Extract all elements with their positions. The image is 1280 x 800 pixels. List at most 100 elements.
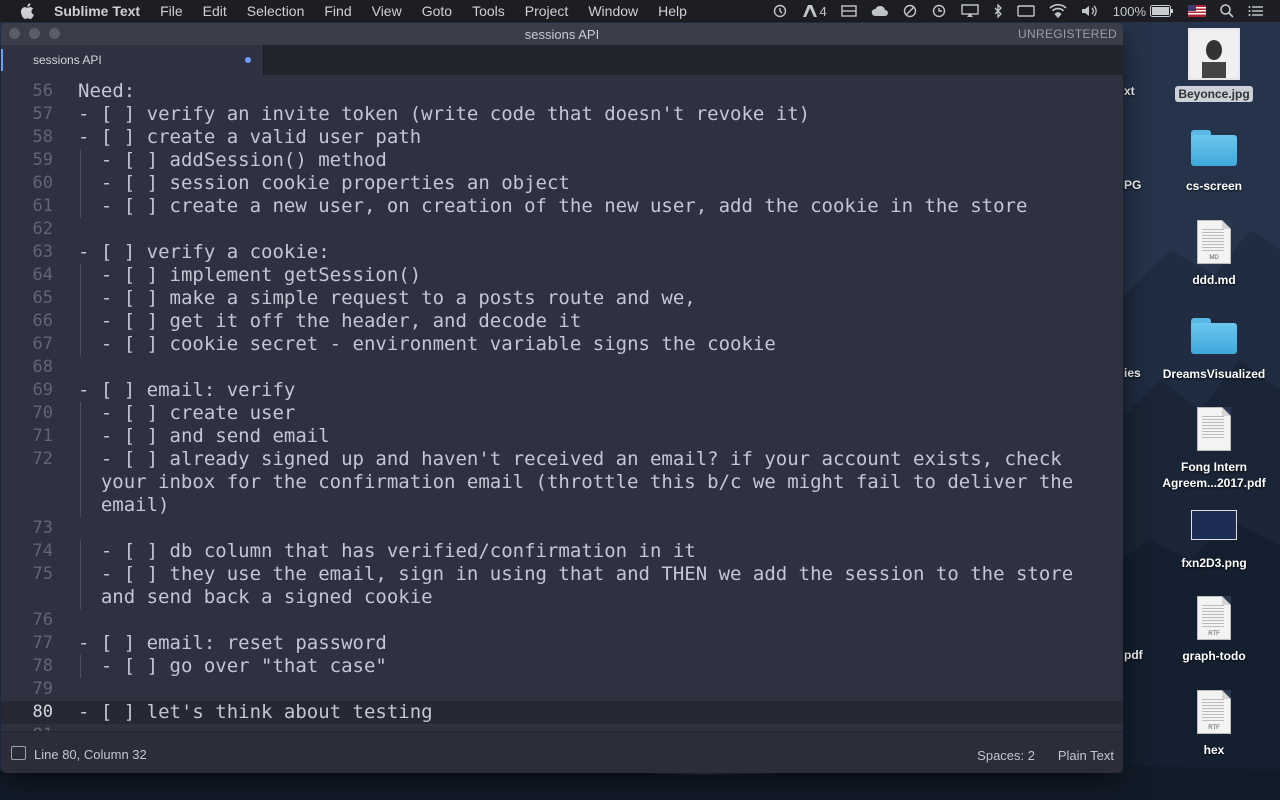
editor-line[interactable]: 70 - [ ] create user [1, 402, 1123, 425]
scanner-icon[interactable] [841, 4, 857, 18]
syntax-mode[interactable]: Plain Text [1058, 748, 1114, 763]
desktop-icon-dreamsvisualized[interactable]: DreamsVisualized [1154, 318, 1274, 382]
menu-find[interactable]: Find [324, 3, 351, 19]
menu-window[interactable]: Window [588, 3, 638, 19]
line-number[interactable]: 70 [1, 403, 53, 423]
adobe-icon[interactable]: 4 [802, 4, 827, 19]
menu-edit[interactable]: Edit [203, 3, 227, 19]
editor-line[interactable]: 68 [1, 356, 1123, 379]
desktop-icon-label: fxn2D3.png [1181, 556, 1247, 570]
line-number[interactable]: 58 [1, 127, 53, 147]
line-number[interactable]: 69 [1, 380, 53, 400]
line-number[interactable]: 65 [1, 288, 53, 308]
editor-line[interactable]: 61 - [ ] create a new user, on creation … [1, 195, 1123, 218]
apple-icon[interactable] [20, 3, 34, 19]
line-number[interactable]: 71 [1, 426, 53, 446]
editor-line[interactable]: 64 - [ ] implement getSession() [1, 264, 1123, 287]
editor-line[interactable]: 75 - [ ] they use the email, sign in usi… [1, 563, 1123, 586]
editor-line[interactable]: 65 - [ ] make a simple request to a post… [1, 287, 1123, 310]
notification-center-icon[interactable] [1248, 4, 1264, 18]
editor-line[interactable]: 56 Need: [1, 80, 1123, 103]
cloud-icon[interactable] [871, 4, 889, 18]
line-number[interactable]: 79 [1, 679, 53, 699]
editor-line[interactable]: 76 [1, 609, 1123, 632]
editor-line[interactable]: 77 - [ ] email: reset password [1, 632, 1123, 655]
desktop-icon-graph-todo[interactable]: RTF graph-todo [1154, 596, 1274, 664]
window-titlebar[interactable]: sessions API UNREGISTERED [1, 23, 1123, 45]
spotlight-search-icon[interactable] [1220, 4, 1234, 18]
line-number[interactable]: 80 [1, 702, 53, 722]
line-number[interactable]: 66 [1, 311, 53, 331]
line-number[interactable]: 56 [1, 81, 53, 101]
desktop-partial-label: pdf [1124, 648, 1143, 662]
editor-line[interactable]: 63 - [ ] verify a cookie: [1, 241, 1123, 264]
line-number[interactable]: 63 [1, 242, 53, 262]
editor-line[interactable]: 80 - [ ] let's think about testing [1, 701, 1123, 724]
tab-sessions-api[interactable]: sessions API [1, 45, 264, 75]
line-number[interactable]: 67 [1, 334, 53, 354]
editor-line[interactable]: 57 - [ ] verify an invite token (write co… [1, 103, 1123, 126]
wifi-icon[interactable] [1049, 4, 1067, 18]
line-number[interactable]: 73 [1, 518, 53, 538]
backup-icon[interactable] [772, 4, 788, 18]
editor-line-wrap[interactable]: your inbox for the confirmation email (t… [1, 471, 1123, 494]
line-number[interactable]: 76 [1, 610, 53, 630]
editor-line-wrap[interactable]: email) [1, 494, 1123, 517]
us-flag-icon[interactable] [1188, 5, 1206, 17]
line-number[interactable]: 75 [1, 564, 53, 584]
menu-help[interactable]: Help [658, 3, 687, 19]
editor-line[interactable]: 72 - [ ] already signed up and haven't r… [1, 448, 1123, 471]
desktop-icon-cs-screen[interactable]: cs-screen [1154, 130, 1274, 194]
line-number[interactable]: 59 [1, 150, 53, 170]
desktop-icon-ddd-md[interactable]: MD ddd.md [1154, 220, 1274, 288]
menu-project[interactable]: Project [525, 3, 569, 19]
editor-line[interactable]: 71 - [ ] and send email [1, 425, 1123, 448]
battery-status[interactable]: 100% [1113, 4, 1174, 19]
line-number[interactable]: 57 [1, 104, 53, 124]
indentation-setting[interactable]: Spaces: 2 [977, 748, 1035, 763]
status-bar: Line 80, Column 32 Spaces: 2 Plain Text [1, 731, 1123, 773]
editor-line[interactable]: 73 [1, 517, 1123, 540]
keyboard-icon[interactable] [1017, 4, 1035, 18]
editor-line[interactable]: 74 - [ ] db column that has verified/con… [1, 540, 1123, 563]
unsaved-dot-icon[interactable] [245, 57, 251, 63]
editor-line[interactable]: 81 [1, 724, 1123, 731]
editor-line[interactable]: 62 [1, 218, 1123, 241]
editor-line[interactable]: 58 - [ ] create a valid user path [1, 126, 1123, 149]
bluetooth-icon[interactable] [993, 4, 1003, 18]
editor-line[interactable]: 66 - [ ] get it off the header, and deco… [1, 310, 1123, 333]
menu-app-name[interactable]: Sublime Text [54, 3, 140, 19]
time-machine-icon[interactable] [931, 4, 947, 18]
volume-icon[interactable] [1081, 4, 1099, 18]
desktop-icon-label: cs-screen [1185, 179, 1243, 193]
console-panel-icon[interactable] [11, 746, 26, 760]
menu-goto[interactable]: Goto [422, 3, 452, 19]
menu-selection[interactable]: Selection [247, 3, 305, 19]
desktop-icon-beyonce-jpg[interactable]: Beyonce.jpg [1154, 28, 1274, 102]
desktop-icon-hex[interactable]: RTF hex [1154, 690, 1274, 758]
line-number[interactable]: 61 [1, 196, 53, 216]
editor-line-wrap[interactable]: and send back a signed cookie [1, 586, 1123, 609]
line-number[interactable]: 62 [1, 219, 53, 239]
menu-tools[interactable]: Tools [472, 3, 505, 19]
line-number[interactable]: 72 [1, 449, 53, 469]
desktop-icon-fong-intern-pdf[interactable]: Fong Intern Agreem...2017.pdf [1154, 407, 1274, 491]
line-number[interactable]: 64 [1, 265, 53, 285]
menu-file[interactable]: File [160, 3, 183, 19]
desktop-icon-fxn2d3-png[interactable]: fxn2D3.png [1154, 510, 1274, 571]
code-editor[interactable]: 56 Need: 57 - [ ] verify an invite token (w… [1, 75, 1123, 731]
sync-icon[interactable] [903, 4, 917, 18]
editor-line[interactable]: 79 [1, 678, 1123, 701]
editor-line[interactable]: 69 - [ ] email: verify [1, 379, 1123, 402]
line-number[interactable]: 68 [1, 357, 53, 377]
line-number[interactable]: 77 [1, 633, 53, 653]
line-number[interactable]: 78 [1, 656, 53, 676]
menu-view[interactable]: View [372, 3, 402, 19]
editor-line[interactable]: 78 - [ ] go over "that case" [1, 655, 1123, 678]
editor-line[interactable]: 60 - [ ] session cookie properties an ob… [1, 172, 1123, 195]
editor-line[interactable]: 67 - [ ] cookie secret - environment var… [1, 333, 1123, 356]
line-number[interactable]: 74 [1, 541, 53, 561]
editor-line[interactable]: 59 - [ ] addSession() method [1, 149, 1123, 172]
line-number[interactable]: 60 [1, 173, 53, 193]
airplay-icon[interactable] [961, 4, 979, 18]
